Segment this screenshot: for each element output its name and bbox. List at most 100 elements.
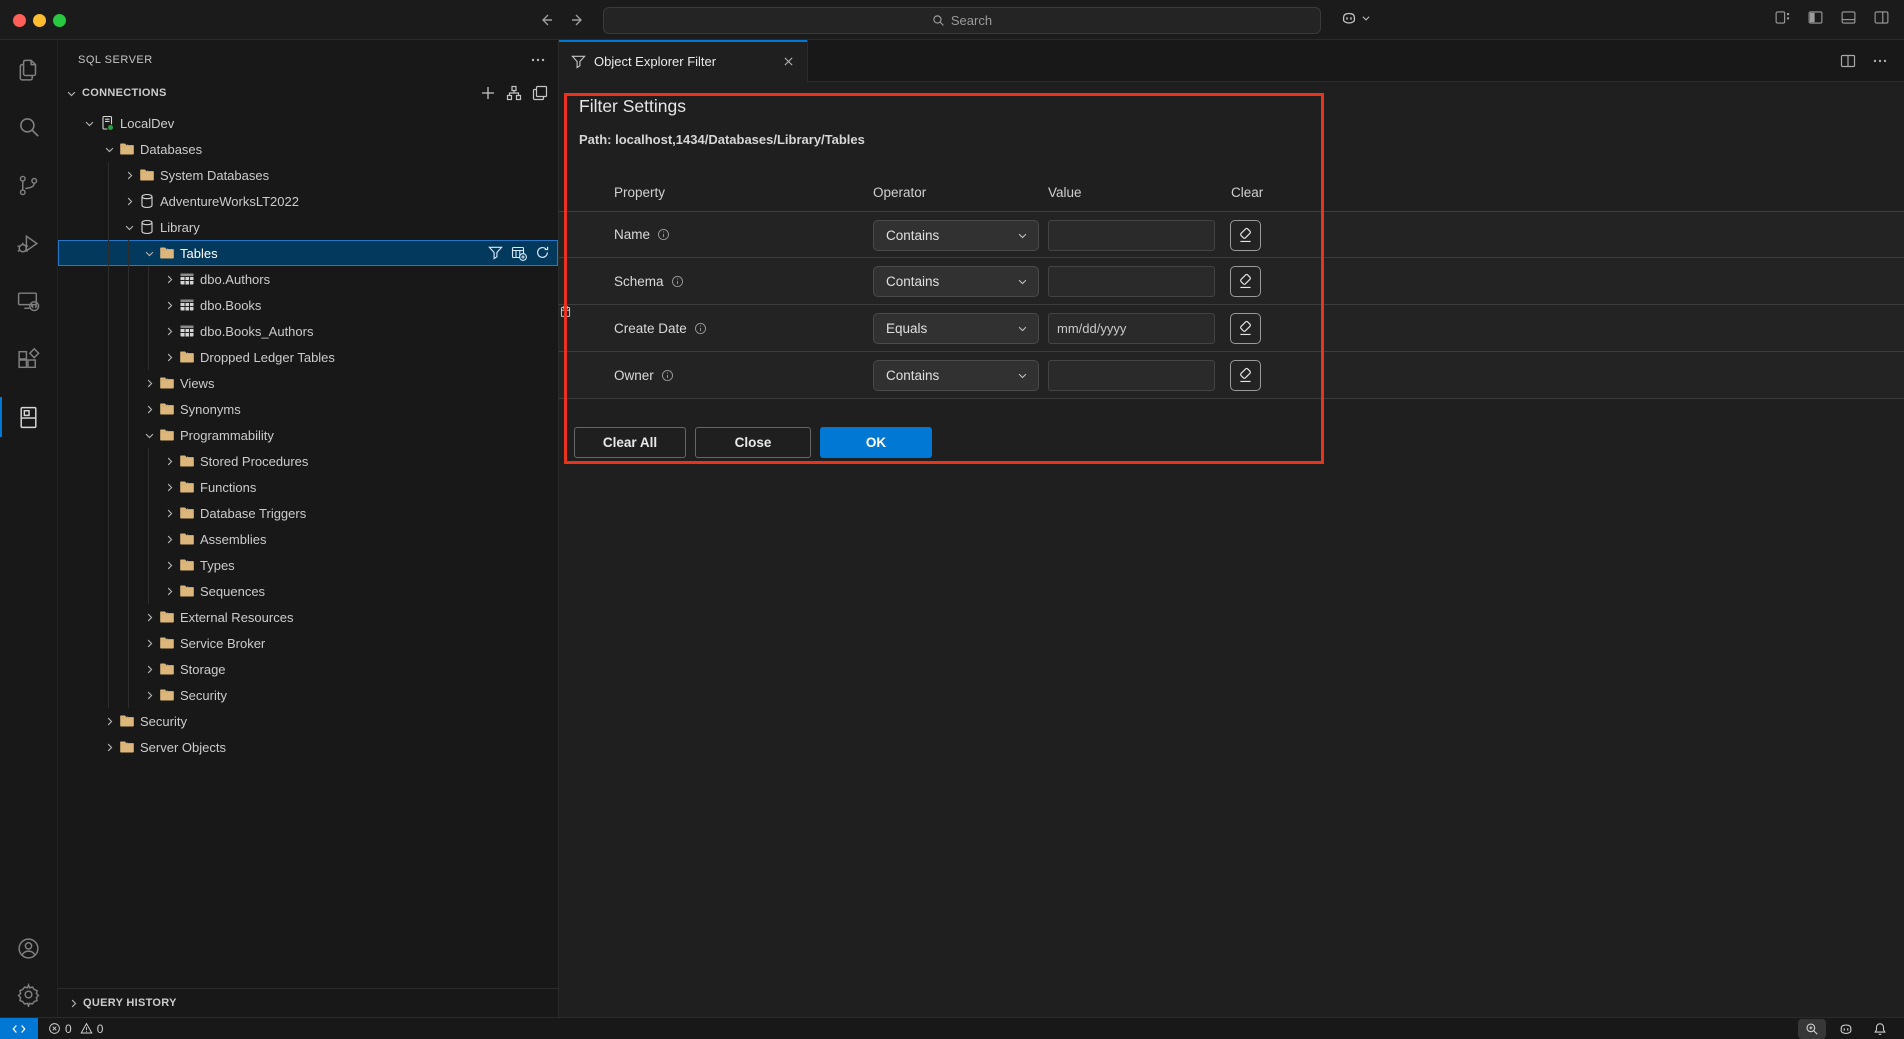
navigate-back-button[interactable]	[535, 9, 557, 31]
navigate-forward-button[interactable]	[567, 9, 589, 31]
problems-status[interactable]: 0 0	[48, 1022, 103, 1036]
tree-item-library[interactable]: Library	[58, 214, 558, 240]
activity-bar-item-account[interactable]	[0, 925, 57, 971]
activity-bar-item-explorer[interactable]	[0, 40, 57, 98]
connect-tree-icon[interactable]	[506, 85, 522, 101]
split-editor-icon[interactable]	[1840, 53, 1856, 69]
chevron-right-icon[interactable]	[160, 326, 178, 337]
tree-item-storage[interactable]: Storage	[58, 656, 558, 682]
activity-bar-item-source-control[interactable]	[0, 156, 57, 214]
chevron-right-icon[interactable]	[160, 274, 178, 285]
table-new-icon[interactable]	[511, 245, 527, 261]
chevron-right-icon[interactable]	[140, 638, 158, 649]
chevron-right-icon[interactable]	[100, 716, 118, 727]
close-tab-icon[interactable]	[782, 55, 795, 68]
tree-item-programmability[interactable]: Programmability	[58, 422, 558, 448]
chevron-down-icon[interactable]	[80, 118, 98, 129]
chevron-right-icon[interactable]	[120, 196, 138, 207]
connections-section-header[interactable]: CONNECTIONS	[58, 80, 558, 106]
tree-item-dbo-books[interactable]: dbo.Books	[58, 292, 558, 318]
chevron-down-icon[interactable]	[120, 222, 138, 233]
toggle-primary-sidebar-icon[interactable]	[1807, 9, 1824, 26]
copilot-status-icon[interactable]	[1832, 1019, 1860, 1039]
tree-item-views[interactable]: Views	[58, 370, 558, 396]
tree-item-security[interactable]: Security	[58, 708, 558, 734]
chevron-right-icon[interactable]	[160, 456, 178, 467]
tree-item-sequences[interactable]: Sequences	[58, 578, 558, 604]
command-center-search[interactable]: Search	[603, 7, 1321, 34]
tree-item-system-databases[interactable]: System Databases	[58, 162, 558, 188]
more-actions-icon[interactable]	[530, 52, 546, 68]
new-connection-group-icon[interactable]	[532, 85, 548, 101]
tree-item-dbo-authors[interactable]: dbo.Authors	[58, 266, 558, 292]
chevron-down-icon[interactable]	[140, 248, 158, 259]
chevron-right-icon[interactable]	[160, 534, 178, 545]
toggle-panel-icon[interactable]	[1840, 9, 1857, 26]
operator-select[interactable]: Contains	[873, 220, 1039, 251]
tree-item-security[interactable]: Security	[58, 682, 558, 708]
tree-item-dbo-books-authors[interactable]: dbo.Books_Authors	[58, 318, 558, 344]
chevron-right-icon[interactable]	[160, 560, 178, 571]
clear-row-button[interactable]	[1230, 266, 1261, 297]
tab-object-explorer-filter[interactable]: Object Explorer Filter	[559, 40, 808, 82]
customize-layout-icon[interactable]	[1774, 9, 1791, 26]
more-actions-icon[interactable]	[1872, 53, 1888, 69]
chevron-right-icon[interactable]	[160, 508, 178, 519]
copilot-menu[interactable]	[1340, 9, 1371, 27]
chevron-right-icon[interactable]	[140, 404, 158, 415]
add-connection-icon[interactable]	[480, 85, 496, 101]
refresh-icon[interactable]	[535, 245, 550, 261]
clear-row-button[interactable]	[1230, 220, 1261, 251]
close-button[interactable]: Close	[695, 427, 811, 458]
query-history-section-header[interactable]: QUERY HISTORY	[58, 988, 558, 1017]
value-date-input[interactable]	[1048, 313, 1215, 344]
activity-bar-item-remote-explorer[interactable]	[0, 272, 57, 330]
chevron-right-icon[interactable]	[160, 352, 178, 363]
value-input[interactable]	[1048, 220, 1215, 251]
close-window-button[interactable]	[13, 14, 26, 27]
chevron-right-icon[interactable]	[160, 482, 178, 493]
tree-item-dropped-ledger-tables[interactable]: Dropped Ledger Tables	[58, 344, 558, 370]
operator-select[interactable]: Equals	[873, 313, 1039, 344]
operator-select[interactable]: Contains	[873, 266, 1039, 297]
chevron-right-icon[interactable]	[100, 742, 118, 753]
notifications-bell-icon[interactable]	[1866, 1019, 1894, 1039]
tree-item-stored-procedures[interactable]: Stored Procedures	[58, 448, 558, 474]
activity-bar-item-settings[interactable]	[0, 971, 57, 1017]
value-input[interactable]	[1048, 266, 1215, 297]
value-input[interactable]	[1048, 360, 1215, 391]
operator-select[interactable]: Contains	[873, 360, 1039, 391]
chevron-right-icon[interactable]	[140, 664, 158, 675]
tree-item-synonyms[interactable]: Synonyms	[58, 396, 558, 422]
ok-button[interactable]: OK	[820, 427, 932, 458]
filter-icon[interactable]	[488, 245, 503, 261]
chevron-right-icon[interactable]	[140, 612, 158, 623]
tree-item-database-triggers[interactable]: Database Triggers	[58, 500, 558, 526]
chevron-right-icon[interactable]	[160, 300, 178, 311]
activity-bar-item-sql-server[interactable]	[0, 388, 57, 446]
chevron-right-icon[interactable]	[140, 690, 158, 701]
tree-item-server-objects[interactable]: Server Objects	[58, 734, 558, 760]
chevron-right-icon[interactable]	[160, 586, 178, 597]
chevron-right-icon[interactable]	[140, 378, 158, 389]
clear-row-button[interactable]	[1230, 313, 1261, 344]
clear-row-button[interactable]	[1230, 360, 1261, 391]
chevron-right-icon[interactable]	[120, 170, 138, 181]
chevron-down-icon[interactable]	[140, 430, 158, 441]
tree-item-databases[interactable]: Databases	[58, 136, 558, 162]
remote-indicator-button[interactable]	[0, 1018, 38, 1039]
tree-item-external-resources[interactable]: External Resources	[58, 604, 558, 630]
activity-bar-item-run-debug[interactable]	[0, 214, 57, 272]
zoom-status-icon[interactable]	[1798, 1019, 1826, 1039]
tree-item-service-broker[interactable]: Service Broker	[58, 630, 558, 656]
tree-item-types[interactable]: Types	[58, 552, 558, 578]
tree-item-localdev[interactable]: LocalDev	[58, 110, 558, 136]
tree-item-functions[interactable]: Functions	[58, 474, 558, 500]
toggle-secondary-sidebar-icon[interactable]	[1873, 9, 1890, 26]
activity-bar-item-search[interactable]	[0, 98, 57, 156]
zoom-window-button[interactable]	[53, 14, 66, 27]
activity-bar-item-extensions[interactable]	[0, 330, 57, 388]
chevron-down-icon[interactable]	[100, 144, 118, 155]
tree-item-assemblies[interactable]: Assemblies	[58, 526, 558, 552]
tree-item-adventureworkslt2022[interactable]: AdventureWorksLT2022	[58, 188, 558, 214]
